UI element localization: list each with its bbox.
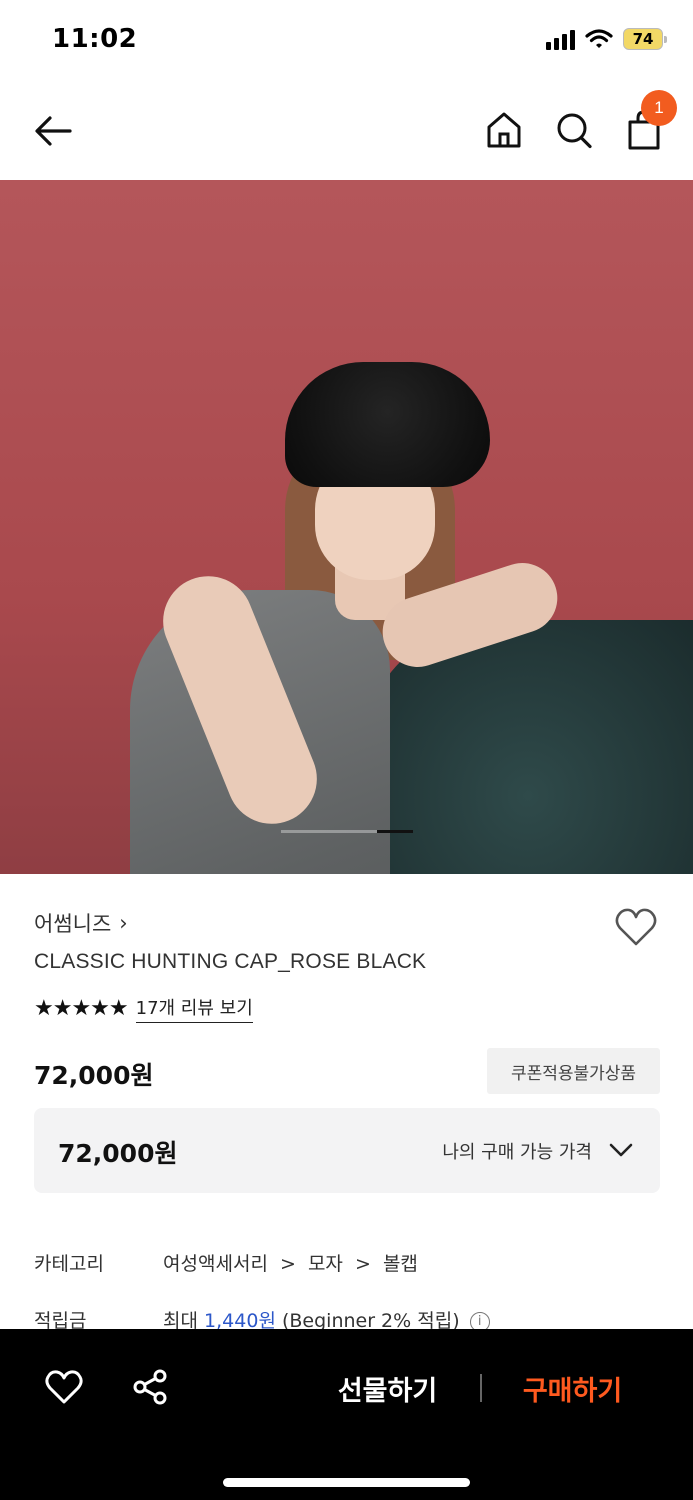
chevron-right-icon: › (119, 911, 128, 935)
top-nav: 1 (0, 80, 693, 180)
home-indicator[interactable] (223, 1478, 470, 1487)
my-price-dropdown[interactable]: 72,000원 나의 구매 가능 가격 (34, 1108, 660, 1193)
share-icon[interactable] (130, 1367, 170, 1407)
carousel-indicator (281, 830, 413, 833)
carousel-indicator-active (377, 830, 413, 833)
category-link-ballcap[interactable]: 볼캡 (383, 1253, 418, 1275)
wifi-icon (585, 29, 613, 48)
battery-icon: 74 (623, 28, 667, 50)
category-link-hats[interactable]: 모자 (308, 1253, 343, 1275)
category-row: 카테고리 여성액세서리 > 모자 > 볼캡 (34, 1249, 418, 1276)
status-bar: 11:02 74 (0, 0, 693, 80)
battery-level: 74 (632, 30, 654, 48)
rating-stars: ★★★★★ (34, 996, 129, 1021)
category-link-women-accessories[interactable]: 여성액세서리 (163, 1253, 268, 1275)
heart-icon[interactable] (44, 1367, 84, 1407)
product-image[interactable] (0, 180, 693, 874)
buy-button[interactable]: 구매하기 (505, 1365, 640, 1411)
category-separator: > (279, 1253, 296, 1275)
rating-row: ★★★★★ 17개 리뷰 보기 (34, 994, 253, 1023)
gift-button[interactable]: 선물하기 (320, 1365, 455, 1411)
my-price-value: 72,000원 (58, 1139, 178, 1168)
image-cap (285, 362, 490, 487)
home-icon[interactable] (484, 108, 524, 152)
brand-link[interactable]: 어썸니즈 › (34, 908, 128, 938)
search-icon[interactable] (554, 108, 594, 152)
cart-count-badge: 1 (641, 90, 677, 126)
back-arrow-icon[interactable] (30, 108, 76, 154)
my-price-label: 나의 구매 가능 가격 (442, 1142, 592, 1163)
status-indicators: 74 (546, 28, 667, 50)
product-title: CLASSIC HUNTING CAP_ROSE BLACK (34, 950, 427, 973)
heart-icon[interactable] (614, 906, 658, 950)
category-separator: > (354, 1253, 371, 1275)
coupon-badge: 쿠폰적용불가상품 (487, 1048, 660, 1094)
chevron-down-icon (609, 1143, 633, 1157)
review-link[interactable]: 17개 리뷰 보기 (135, 994, 253, 1023)
status-time: 11:02 (52, 24, 138, 54)
category-label: 카테고리 (34, 1253, 104, 1275)
button-divider (480, 1374, 482, 1402)
cellular-signal-icon (546, 28, 575, 50)
brand-name: 어썸니즈 (34, 912, 112, 936)
product-price: 72,000원 (34, 1061, 154, 1090)
bottom-action-bar: 선물하기 구매하기 (0, 1329, 693, 1500)
